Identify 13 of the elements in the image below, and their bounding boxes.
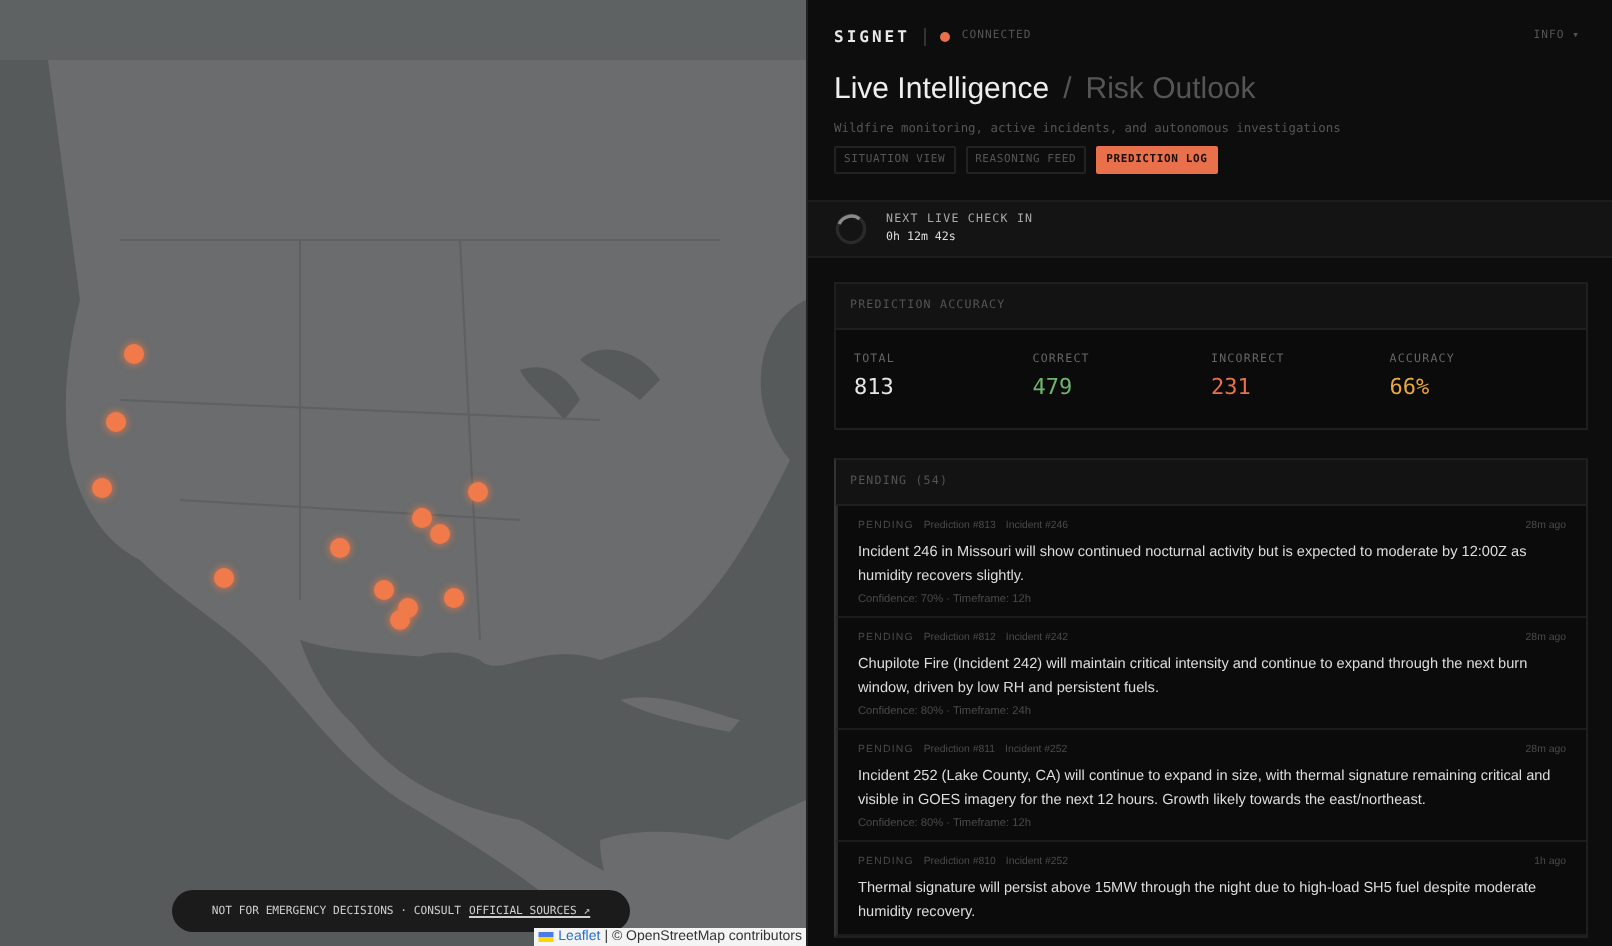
stat-value: 231 [1211, 374, 1253, 400]
prediction-item[interactable] [836, 506, 1586, 618]
stat-value: 66% [1389, 374, 1432, 400]
flag-icon [538, 932, 555, 942]
page-title: Live Intelligence [834, 72, 1050, 106]
prediction-item[interactable] [836, 730, 1586, 842]
brand-logo: SIGNET [834, 27, 910, 45]
spinner-icon [834, 212, 868, 246]
title-separator: / [1063, 72, 1072, 106]
stat-value: 813 [854, 374, 896, 400]
page-subtitle-link[interactable]: Risk Outlook [1085, 72, 1256, 106]
prediction-item[interactable] [836, 618, 1586, 730]
stat-value: 479 [1032, 374, 1075, 400]
